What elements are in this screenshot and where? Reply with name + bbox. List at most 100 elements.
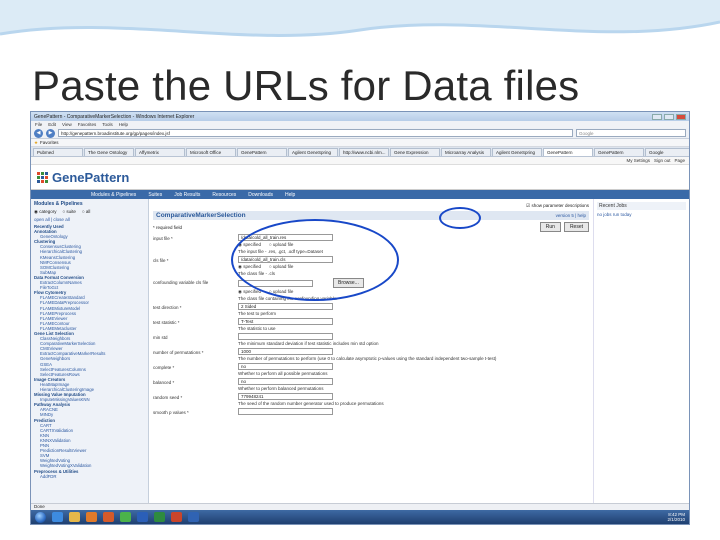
show-descriptions-label: show parameter descriptions [531,203,589,208]
parameter-row: test direction * 2 Sided The test to perfo… [153,303,589,316]
parameter-input[interactable] [238,408,333,415]
menu-file[interactable]: File [35,122,42,127]
browser-tab[interactable]: The Gene Ontology [84,148,134,156]
browser-tab[interactable]: Pubmed [33,148,83,156]
parameter-label: min std [153,335,168,340]
browser-tab[interactable]: Microsoft Office [186,148,236,156]
browser-tab[interactable]: Microarray Analysis [441,148,491,156]
run-button[interactable]: Run [539,222,561,232]
parameter-label: test direction * [153,305,182,310]
menu-edit[interactable]: Edit [48,122,56,127]
browser-tab[interactable]: Agilent GeneSpring [492,148,542,156]
module-links[interactable]: version 5 | help [556,213,586,218]
nav-resources[interactable]: Resources [212,192,236,198]
module-title: ComparativeMarkerSelection [156,212,246,219]
browser-tab[interactable]: GenePattern [237,148,287,156]
genepattern-logo[interactable]: GenePattern [37,170,129,185]
source-radio-label: upload file [272,242,294,247]
favorites-star-icon[interactable]: ★ [34,140,38,146]
parameter-description: The statistic to use [238,326,276,331]
slide-title: Paste the URLs for Data files [32,62,580,109]
window-title: GenePattern - ComparativeMarkerSelection… [34,113,195,120]
address-bar[interactable]: http://genepattern.broadinstitute.org/gp… [58,129,573,137]
tab-strip: Pubmed The Gene Ontology Affymetrix Microso… [31,147,689,157]
browser-tab[interactable]: GenePattern [543,148,593,156]
link-sign-out[interactable]: Sign out [654,158,671,163]
source-radio[interactable]: ◉ specified [238,264,261,270]
parameter-row: complete * no Whether to perform all possi… [153,363,589,376]
search-input[interactable]: Google [576,129,686,137]
folder-icon[interactable] [69,512,80,522]
parameter-input[interactable]: T-Test [238,318,333,325]
menu-help[interactable]: Help [119,122,128,127]
firefox-icon[interactable] [103,512,114,522]
reset-button[interactable]: Reset [563,222,589,232]
minimize-button[interactable] [652,113,662,120]
nav-help[interactable]: Help [285,192,295,198]
parameter-input[interactable]: 1000 [238,348,333,355]
word-icon[interactable] [137,512,148,522]
parameter-label: confounding variable cls file [153,280,209,285]
parameter-input[interactable]: no [238,378,333,385]
nav-modules[interactable]: Modules & Pipelines [91,192,136,198]
source-radio[interactable]: ◉ specified [238,242,261,248]
system-clock: 8:42 PM 2/1/2010 [667,512,685,522]
modules-sidebar: Modules & Pipelines ◉ category ○ suite ○… [31,199,149,509]
source-radios: ◉ specified ○ upload file [238,289,589,295]
source-radio-label: upload file [272,264,294,269]
parameter-row: number of permutations * 1000 The number o… [153,348,589,361]
parameter-label: complete * [153,365,175,370]
sidebar-module-link[interactable]: AddFDR [34,474,145,479]
parameter-input[interactable] [238,279,313,287]
recent-jobs-link[interactable]: no jobs run today [597,212,686,217]
menu-view[interactable]: View [62,122,72,127]
sidebar-module-list: Recently Used Annotation GeneOntology Clust… [34,224,145,479]
media-icon[interactable] [86,512,97,522]
menu-favorites[interactable]: Favorites [78,122,97,127]
source-radio[interactable]: ◉ specified [238,289,261,295]
browse-button[interactable]: Browse... [333,278,364,288]
sidebar-expand-links[interactable]: open all | close all [34,217,145,222]
powerpoint-icon[interactable] [171,512,182,522]
nav-job-results[interactable]: Job Results [174,192,200,198]
outlook-icon[interactable] [188,512,199,522]
favorites-label[interactable]: Favorites [40,140,59,145]
show-descriptions-toggle[interactable]: ☑ show parameter descriptions [526,203,589,209]
parameter-input[interactable]: /data/cold_all_train.cls [238,256,333,263]
forward-arrow-icon[interactable]: ▶ [46,128,55,138]
parameter-input[interactable] [238,333,333,340]
browser-tab[interactable]: Agilent GeneSpring [288,148,338,156]
source-radio[interactable]: ○ upload file [269,242,294,248]
close-button[interactable] [676,113,686,120]
back-arrow-icon[interactable]: ◀ [34,128,43,138]
browser-tab[interactable]: http://www.ncbi.nlm... [339,148,389,156]
excel-icon[interactable] [154,512,165,522]
maximize-button[interactable] [664,113,674,120]
browser-tab[interactable]: Google [645,148,689,156]
start-button[interactable] [35,511,46,523]
ie-icon[interactable] [52,512,63,522]
link-page[interactable]: Page [674,158,685,163]
module-form: ☑ show parameter descriptions Comparativ… [149,199,593,509]
browser-tab[interactable]: Gene Expression [390,148,440,156]
source-radio[interactable]: ○ upload file [269,264,294,270]
radio-all[interactable]: ○ all [82,209,90,215]
parameter-input[interactable]: /data/cold_all_train.res [238,234,333,241]
parameter-input[interactable]: 779948241 [238,393,333,400]
browser-tab[interactable]: Affymetrix [135,148,185,156]
logo-dots-icon [37,171,48,183]
source-radio[interactable]: ○ upload file [269,289,294,295]
radio-suite[interactable]: ○ suite [62,209,75,215]
link-my-settings[interactable]: My Settings [626,158,650,163]
recent-jobs-panel: Recent Jobs no jobs run today [593,199,689,509]
nav-suites[interactable]: Suites [148,192,162,198]
browser-window: GenePattern - ComparativeMarkerSelection… [30,111,690,525]
nav-downloads[interactable]: Downloads [248,192,273,198]
radio-category[interactable]: ◉ category [34,209,56,215]
browser-tab[interactable]: GenePattern [594,148,644,156]
parameter-input[interactable]: no [238,363,333,370]
parameter-label: smooth p values * [153,410,189,415]
chat-icon[interactable] [120,512,131,522]
parameter-input[interactable]: 2 Sided [238,303,333,310]
menu-tools[interactable]: Tools [102,122,113,127]
